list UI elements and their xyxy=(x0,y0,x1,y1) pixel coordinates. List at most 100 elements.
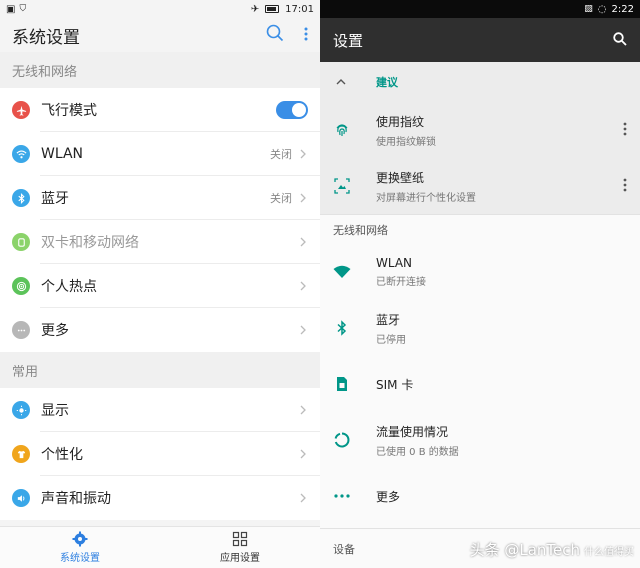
setting-personalize[interactable]: 个性化 xyxy=(0,432,320,476)
watermark: 头条 @LanTech 什么值得买 xyxy=(470,539,634,560)
data-usage-icon xyxy=(333,431,351,449)
gear-icon xyxy=(72,531,88,547)
setting-dual-sim[interactable]: 双卡和移动网络 xyxy=(0,220,320,264)
airplane-icon xyxy=(12,101,30,119)
suggestions-header[interactable]: 建议 xyxy=(320,62,640,102)
hotspot-icon xyxy=(12,277,30,295)
suggestion-title: 使用指纹 xyxy=(376,114,425,129)
wallpaper-icon xyxy=(333,177,351,195)
chevron-right-icon xyxy=(300,325,306,335)
search-icon[interactable] xyxy=(613,31,627,50)
setting-wlan[interactable]: WLAN 关闭 xyxy=(0,132,320,176)
sound-icon xyxy=(12,489,30,507)
wifi-icon xyxy=(333,263,351,281)
setting-more[interactable]: 更多 xyxy=(0,308,320,352)
settings-list-common: 显示 个性化 声音和振动 xyxy=(0,388,320,520)
setting-label: 更多 xyxy=(41,323,69,339)
chevron-up-icon xyxy=(336,79,346,85)
setting-label: 声音和振动 xyxy=(41,491,111,507)
page-title: 系统设置 xyxy=(12,27,80,48)
page-title: 设置 xyxy=(333,31,364,50)
chevron-right-icon xyxy=(300,405,306,415)
chevron-right-icon xyxy=(300,193,306,203)
airplane-status-icon: ✈ xyxy=(250,3,260,15)
status-time: 2:22 xyxy=(611,3,634,15)
suggestion-subtitle: 使用指纹解锁 xyxy=(376,136,436,148)
overflow-menu-icon[interactable] xyxy=(623,177,627,196)
tab-app-settings[interactable]: 应用设置 xyxy=(160,527,320,568)
setting-subtitle: 已使用 0 B 的数据 xyxy=(376,446,459,458)
more-icon xyxy=(333,487,351,505)
section-header: 常用 xyxy=(0,352,320,388)
app-bar: 系统设置 xyxy=(0,18,320,52)
bluetooth-icon xyxy=(333,319,351,337)
bottom-tab-bar: 系统设置 应用设置 xyxy=(0,526,320,568)
search-icon[interactable] xyxy=(266,24,284,46)
setting-title: WLAN xyxy=(376,256,413,270)
sim-icon xyxy=(333,375,351,393)
setting-airplane-mode[interactable]: 飞行模式 xyxy=(0,88,320,132)
chevron-right-icon xyxy=(300,493,306,503)
setting-label: 个性化 xyxy=(41,447,83,463)
setting-title: 流量使用情况 xyxy=(376,424,449,439)
tab-system-settings[interactable]: 系统设置 xyxy=(0,527,160,568)
section-header: 无线和网络 xyxy=(0,52,320,88)
status-bar: ▣ ⛉ ✈ 17:01 xyxy=(0,0,320,18)
battery-icon xyxy=(265,5,280,13)
sim-icon xyxy=(12,233,30,251)
chevron-right-icon xyxy=(300,281,306,291)
chevron-right-icon xyxy=(300,149,306,159)
setting-label: 飞行模式 xyxy=(41,103,97,119)
setting-label: 蓝牙 xyxy=(41,191,69,207)
status-bar: ▨ ◌ 2:22 xyxy=(320,0,640,18)
notification-icon: ▣ xyxy=(6,3,16,15)
suggestion-title: 更换壁纸 xyxy=(376,170,425,185)
setting-label: 个人热点 xyxy=(41,279,97,295)
setting-label: WLAN xyxy=(41,146,84,162)
shield-icon: ⛉ xyxy=(19,4,27,14)
watermark-subtext: 什么值得买 xyxy=(584,547,634,558)
tab-label: 应用设置 xyxy=(220,553,260,564)
suggestion-wallpaper[interactable]: 更换壁纸 对屏幕进行个性化设置 xyxy=(320,158,640,214)
grid-icon xyxy=(232,531,248,547)
suggestions-label: 建议 xyxy=(376,76,398,89)
suggestion-fingerprint[interactable]: 使用指纹 使用指纹解锁 xyxy=(320,102,640,158)
airplane-toggle[interactable] xyxy=(276,101,308,119)
overflow-menu-icon[interactable] xyxy=(623,121,627,140)
right-screenshot: ▨ ◌ 2:22 设置 建议 使用指纹 使用指纹解锁 更换壁纸 对屏幕进行个性化… xyxy=(320,0,640,568)
sync-icon: ◌ xyxy=(597,3,607,15)
no-sim-icon: ▨ xyxy=(584,4,593,14)
setting-bluetooth[interactable]: 蓝牙 已停用 xyxy=(320,300,640,356)
setting-wlan[interactable]: WLAN 已断开连接 xyxy=(320,244,640,300)
watermark-text: 头条 @LanTech xyxy=(469,541,580,559)
suggestion-subtitle: 对屏幕进行个性化设置 xyxy=(376,192,476,204)
setting-data-usage[interactable]: 流量使用情况 已使用 0 B 的数据 xyxy=(320,412,640,468)
left-screenshot: ▣ ⛉ ✈ 17:01 系统设置 无线和网络 飞行模式 WLAN 关闭 蓝牙 关… xyxy=(0,0,320,568)
setting-sound[interactable]: 声音和振动 xyxy=(0,476,320,520)
setting-label: 双卡和移动网络 xyxy=(41,235,139,251)
setting-bluetooth[interactable]: 蓝牙 关闭 xyxy=(0,176,320,220)
app-bar: 设置 xyxy=(320,18,640,62)
setting-more[interactable]: 更多 xyxy=(320,468,640,524)
fingerprint-icon xyxy=(333,121,351,139)
setting-title: 蓝牙 xyxy=(376,312,401,327)
setting-title: 更多 xyxy=(376,489,401,504)
shirt-icon xyxy=(12,445,30,463)
setting-label: 显示 xyxy=(41,403,69,419)
setting-hotspot[interactable]: 个人热点 xyxy=(0,264,320,308)
setting-subtitle: 已断开连接 xyxy=(376,277,426,288)
setting-display[interactable]: 显示 xyxy=(0,388,320,432)
category-header: 无线和网络 xyxy=(320,214,640,244)
overflow-menu-icon[interactable] xyxy=(304,26,308,45)
setting-value: 关闭 xyxy=(270,148,292,161)
bluetooth-icon xyxy=(12,189,30,207)
more-icon xyxy=(12,321,30,339)
setting-title: SIM 卡 xyxy=(376,377,414,392)
setting-sim[interactable]: SIM 卡 xyxy=(320,356,640,412)
settings-list-wireless: 飞行模式 WLAN 关闭 蓝牙 关闭 双卡和移动网络 个人热点 更多 xyxy=(0,88,320,352)
chevron-right-icon xyxy=(300,449,306,459)
tab-label: 系统设置 xyxy=(60,553,100,564)
chevron-right-icon xyxy=(300,237,306,247)
status-time: 17:01 xyxy=(285,3,314,15)
setting-value: 关闭 xyxy=(270,192,292,205)
